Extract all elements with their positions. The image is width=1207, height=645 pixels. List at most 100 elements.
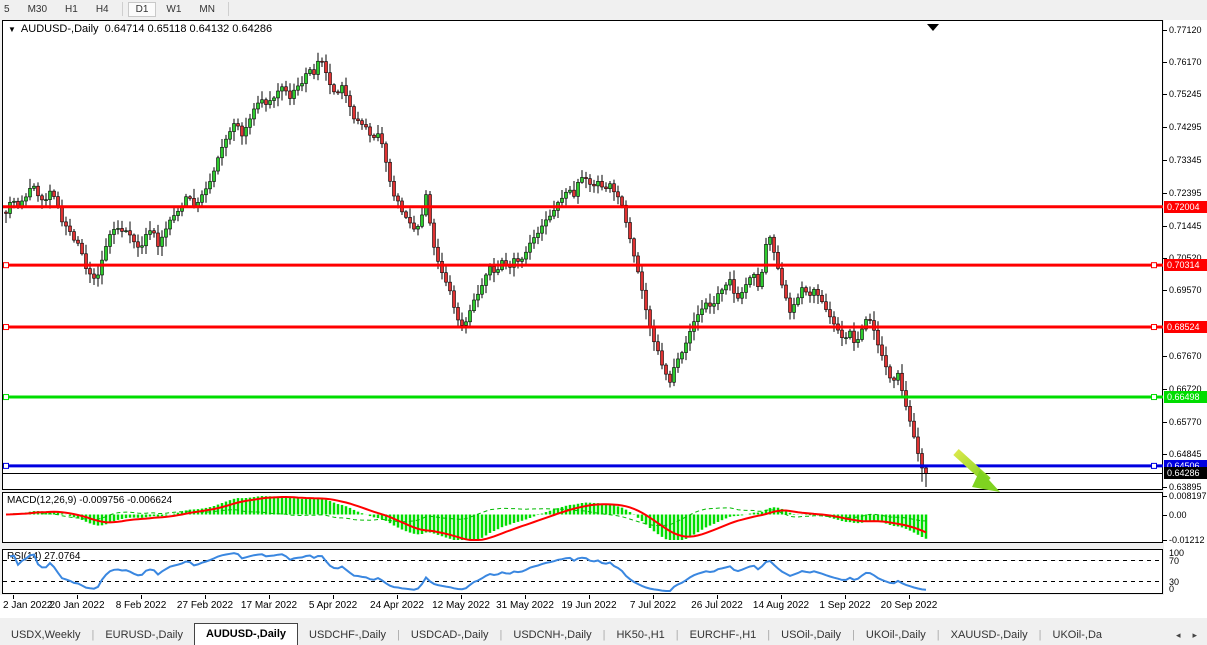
timeframe-button-mn[interactable]: MN xyxy=(191,2,223,17)
date-axis-tickmark xyxy=(141,595,142,599)
timeframe-button-m30[interactable]: M30 xyxy=(20,2,55,17)
price-axis-tickmark xyxy=(1163,389,1167,390)
date-axis-label[interactable]: 5 Apr 2022 xyxy=(309,600,357,611)
date-axis-label[interactable]: 2 Jan 2022 xyxy=(3,600,53,611)
macd-indicator-label: MACD(12,26,9) -0.009756 -0.006624 xyxy=(7,495,172,506)
price-axis-tick-label: 0.73345 xyxy=(1169,155,1202,165)
tab-eurusd-daily[interactable]: EURUSD-,Daily xyxy=(94,625,194,645)
date-axis-label[interactable]: 12 May 2022 xyxy=(432,600,490,611)
level-price-tag: 0.70314 xyxy=(1164,259,1207,271)
price-axis-tickmark xyxy=(1163,30,1167,31)
price-axis-tick-label: 0.76170 xyxy=(1169,57,1202,67)
price-axis-tickmark xyxy=(1163,226,1167,227)
price-axis-tick-label: 0.72395 xyxy=(1169,188,1202,198)
rsi-pane[interactable] xyxy=(2,549,1163,594)
chevron-down-icon[interactable]: ▼ xyxy=(8,25,16,34)
date-axis-label[interactable]: 26 Jul 2022 xyxy=(691,600,743,611)
current-bid-price-tag: 0.64286 xyxy=(1164,467,1207,479)
date-axis-label[interactable]: 7 Jul 2022 xyxy=(630,600,676,611)
level-price-tag: 0.66498 xyxy=(1164,391,1207,403)
timeframe-button-w1[interactable]: W1 xyxy=(158,2,189,17)
tab-usdchf-daily[interactable]: USDCHF-,Daily xyxy=(298,625,397,645)
timeframe-toolbar: 5M30H1H4 D1W1MN xyxy=(0,0,1207,18)
macd-axis-label: -0.01212 xyxy=(1169,535,1205,545)
date-axis-tickmark xyxy=(205,595,206,599)
level-price-tag: 0.68524 xyxy=(1164,321,1207,333)
date-axis-label[interactable]: 20 Jan 2022 xyxy=(49,600,104,611)
date-axis-tickmark xyxy=(781,595,782,599)
toolbar-separator xyxy=(228,2,229,16)
date-axis-label[interactable]: 27 Feb 2022 xyxy=(177,600,233,611)
price-axis-tick-label: 0.75245 xyxy=(1169,89,1202,99)
date-axis-label[interactable]: 20 Sep 2022 xyxy=(881,600,938,611)
date-axis-label[interactable]: 19 Jun 2022 xyxy=(561,600,616,611)
tab-hk50-h1[interactable]: HK50-,H1 xyxy=(605,625,675,645)
rsi-indicator-label: RSI(14) 27.0764 xyxy=(7,551,80,562)
macd-axis-tickmark xyxy=(1163,496,1167,497)
tab-usdx-weekly[interactable]: USDX,Weekly xyxy=(0,625,91,645)
date-axis-tickmark xyxy=(717,595,718,599)
macd-axis-label: 0.00 xyxy=(1169,510,1187,520)
price-axis-tickmark xyxy=(1163,290,1167,291)
macd-axis-label: 0.008197 xyxy=(1169,491,1207,501)
tabs-scroll-right-icon[interactable]: ▸ xyxy=(1186,630,1203,641)
date-axis-tickmark xyxy=(909,595,910,599)
date-axis-tickmark xyxy=(269,595,270,599)
level-price-tag: 0.72004 xyxy=(1164,201,1207,213)
date-axis-label[interactable]: 1 Sep 2022 xyxy=(819,600,870,611)
timeframe-button-5[interactable]: 5 xyxy=(1,2,18,17)
tab-usdcnh-daily[interactable]: USDCNH-,Daily xyxy=(502,625,602,645)
tab-eurchf-h1[interactable]: EURCHF-,H1 xyxy=(679,625,768,645)
date-axis-tickmark xyxy=(845,595,846,599)
trading-platform-window: 5M30H1H4 D1W1MN ▼ AUDUSD-,Daily 0.64714 0.… xyxy=(0,0,1207,645)
date-axis-tickmark xyxy=(397,595,398,599)
date-axis-label[interactable]: 14 Aug 2022 xyxy=(753,600,809,611)
price-axis-tick-label: 0.69570 xyxy=(1169,285,1202,295)
date-axis[interactable]: 2 Jan 202220 Jan 2022 8 Feb 2022 27 Feb 20… xyxy=(0,595,1207,618)
price-axis-tickmark xyxy=(1163,94,1167,95)
price-axis-tick-label: 0.74295 xyxy=(1169,122,1202,132)
tab-audusd-daily[interactable]: AUDUSD-,Daily xyxy=(194,623,298,645)
date-axis-tickmark xyxy=(589,595,590,599)
price-axis-tickmark xyxy=(1163,422,1167,423)
price-axis-tickmark xyxy=(1163,160,1167,161)
price-axis-tickmark xyxy=(1163,487,1167,488)
toolbar-separator xyxy=(122,2,123,16)
date-axis-label[interactable]: 24 Apr 2022 xyxy=(370,600,424,611)
timeframe-button-h4[interactable]: H4 xyxy=(88,2,117,17)
tab-usoil-daily[interactable]: USOil-,Daily xyxy=(770,625,852,645)
date-axis-tickmark xyxy=(77,595,78,599)
chart-title: ▼ AUDUSD-,Daily 0.64714 0.65118 0.64132 0… xyxy=(8,23,272,35)
price-axis-tickmark xyxy=(1163,454,1167,455)
price-axis-tickmark xyxy=(1163,127,1167,128)
rsi-axis-label: 70 xyxy=(1169,556,1179,566)
timeframe-button-h1[interactable]: H1 xyxy=(57,2,86,17)
date-axis-label[interactable]: 17 Mar 2022 xyxy=(241,600,297,611)
price-axis-tick-label: 0.64845 xyxy=(1169,449,1202,459)
date-axis-tickmark xyxy=(333,595,334,599)
chart-symbol-label: AUDUSD-,Daily xyxy=(21,23,99,35)
timeframe-button-d1[interactable]: D1 xyxy=(128,2,157,17)
date-axis-tickmark xyxy=(525,595,526,599)
macd-axis-tickmark xyxy=(1163,515,1167,516)
price-axis-tickmark xyxy=(1163,193,1167,194)
tab-ukoil-daily[interactable]: UKOil-,Daily xyxy=(855,625,937,645)
chart-tab-bar: USDX,Weekly|EURUSD-,DailyAUDUSD-,DailyUS… xyxy=(0,618,1207,645)
tab-ukoil-da[interactable]: UKOil-,Da xyxy=(1042,625,1114,645)
tab-xauusd-daily[interactable]: XAUUSD-,Daily xyxy=(940,625,1039,645)
date-axis-label[interactable]: 8 Feb 2022 xyxy=(116,600,167,611)
tab-scroll-buttons: ◂▸ xyxy=(1170,625,1207,645)
price-axis-tickmark xyxy=(1163,356,1167,357)
date-axis-label[interactable]: 31 May 2022 xyxy=(496,600,554,611)
main-chart-pane[interactable] xyxy=(2,20,1163,490)
price-axis-tick-label: 0.67670 xyxy=(1169,351,1202,361)
rsi-axis-label: 0 xyxy=(1169,584,1174,594)
price-axis-tick-label: 0.65770 xyxy=(1169,417,1202,427)
tabs-scroll-left-icon[interactable]: ◂ xyxy=(1170,630,1187,641)
chart-ohlc-values: 0.64714 0.65118 0.64132 0.64286 xyxy=(105,23,272,35)
price-axis-tick-label: 0.71445 xyxy=(1169,221,1202,231)
tab-usdcad-daily[interactable]: USDCAD-,Daily xyxy=(400,625,500,645)
macd-pane[interactable] xyxy=(2,492,1163,543)
price-axis-tickmark xyxy=(1163,62,1167,63)
price-axis-tick-label: 0.77120 xyxy=(1169,25,1202,35)
